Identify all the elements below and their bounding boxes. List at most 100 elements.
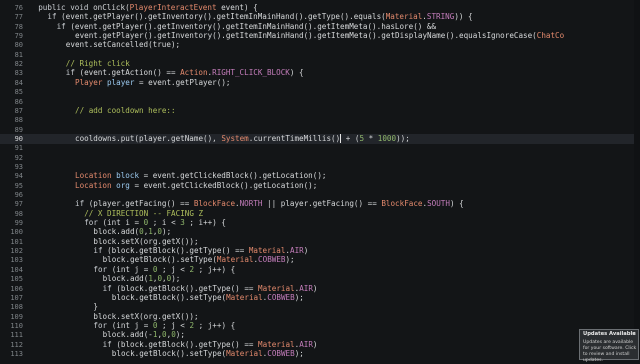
code-token: ChatCo bbox=[536, 31, 565, 41]
code-token: if bbox=[93, 246, 108, 256]
code-token: ) { bbox=[449, 199, 464, 209]
code-token: } bbox=[93, 302, 98, 312]
code-token: ); bbox=[171, 274, 181, 284]
code-token: ) { bbox=[289, 68, 304, 78]
code-token: AIR bbox=[290, 246, 304, 256]
code-token: Player bbox=[75, 77, 108, 87]
code-token: ; i < bbox=[148, 218, 181, 228]
code-token: RIGHT_CLICK_BLOCK bbox=[212, 68, 290, 78]
code-token: org bbox=[116, 180, 130, 190]
code-token: block.add( bbox=[102, 274, 149, 284]
code-token: Action bbox=[180, 68, 208, 78]
code-token: Material bbox=[258, 283, 295, 293]
code-token: )); bbox=[396, 133, 410, 143]
code-line[interactable]: 113 block.getBlock().setType(Material.COB… bbox=[0, 349, 640, 359]
code-token: STRING bbox=[426, 12, 455, 22]
code-token: SOUTH bbox=[427, 199, 450, 209]
code-token: for bbox=[93, 320, 112, 330]
code-token: ); bbox=[162, 227, 172, 237]
code-token: PlayerInteractEvent bbox=[129, 3, 217, 12]
code-token: (int j = bbox=[111, 264, 153, 274]
code-token: * bbox=[364, 133, 378, 143]
code-token: if bbox=[75, 199, 89, 209]
code-token: ; j++) { bbox=[194, 264, 236, 274]
code-token: event.getPlayer().getInventory().getItem… bbox=[75, 31, 537, 41]
code-token: (int j = bbox=[111, 320, 153, 330]
notification-body: Updates are available for your software.… bbox=[583, 340, 637, 363]
code-token: block.getBlock().setType( bbox=[102, 255, 217, 265]
code-token: ); bbox=[175, 330, 185, 340]
code-token: = event.getClickedBlock().getLocation(); bbox=[129, 180, 318, 190]
code-token: public void bbox=[38, 3, 94, 12]
code-token: BlockFace bbox=[193, 199, 236, 209]
code-token: block.setX(org.getX()); bbox=[93, 311, 199, 321]
code-token: onClick bbox=[93, 3, 126, 12]
code-token: (event.getPlayer().getInventory().getIte… bbox=[61, 12, 386, 22]
line-number: 113 bbox=[10, 349, 23, 358]
code-token: = event.getClickedBlock().getLocation(); bbox=[139, 171, 327, 181]
code-token: event) { bbox=[216, 3, 258, 12]
code-token: ; i++) { bbox=[184, 218, 226, 228]
vertical-scrollbar-track[interactable] bbox=[634, 0, 640, 360]
code-token: block.add(- bbox=[102, 330, 153, 340]
code-token: Location bbox=[75, 171, 117, 181]
code-token: if bbox=[102, 339, 117, 349]
code-token: ; j < bbox=[157, 264, 190, 274]
code-token: (event.getAction() == bbox=[79, 68, 181, 78]
code-token: AIR bbox=[299, 339, 313, 349]
code-token: COBWEB bbox=[258, 255, 286, 265]
code-token: block bbox=[116, 171, 140, 181]
code-token: || player.getFacing() == bbox=[262, 199, 382, 209]
code-token: // Right click bbox=[65, 59, 130, 69]
code-token: = event.getPlayer(); bbox=[134, 77, 231, 87]
code-token: (event.getPlayer().getInventory().getIte… bbox=[70, 21, 437, 31]
code-token: Material bbox=[226, 348, 263, 358]
code-token: 1000 bbox=[377, 133, 397, 143]
code-token: if bbox=[47, 12, 62, 22]
code-token: block.getBlock().setType( bbox=[111, 292, 227, 302]
code-token: if bbox=[65, 68, 80, 78]
code-token: ; j++) { bbox=[194, 320, 236, 330]
code-token: ) bbox=[303, 246, 309, 256]
code-token: // X DIRECTION -- FACING Z bbox=[84, 208, 204, 218]
code-token: (int i = bbox=[102, 218, 144, 228]
code-token: block.add( bbox=[93, 227, 140, 237]
code-token: Material bbox=[216, 255, 254, 265]
code-token: )) { bbox=[454, 12, 473, 22]
code-token: (block.getBlock().getType() == bbox=[107, 246, 249, 256]
close-icon[interactable]: × bbox=[632, 331, 636, 337]
code-token: ); bbox=[294, 292, 304, 302]
code-token: ); bbox=[285, 255, 295, 265]
notification-title: Updates Available bbox=[583, 331, 636, 337]
code-token: Location bbox=[75, 180, 117, 190]
code-token: AIR bbox=[299, 283, 313, 293]
code-editor[interactable]: 76 public void onClick(PlayerInteractEven… bbox=[0, 0, 640, 360]
code-token: Material bbox=[385, 12, 423, 22]
code-token: event.setCancelled(true); bbox=[65, 40, 181, 50]
code-token: if bbox=[102, 283, 117, 293]
code-token: block.setX(org.getX()); bbox=[93, 236, 199, 246]
code-token: ) bbox=[312, 339, 318, 349]
code-token: NORTH bbox=[239, 199, 263, 209]
code-token: cooldowns.put(player.getName(), bbox=[75, 133, 222, 143]
code-token: (block.getBlock().getType() == bbox=[116, 283, 259, 293]
code-token: player bbox=[107, 77, 135, 87]
code-token: Material bbox=[258, 339, 295, 349]
code-token: for bbox=[93, 264, 112, 274]
code-token: System bbox=[221, 133, 249, 143]
code-text: block.getBlock().setType(Material.COBWEB… bbox=[112, 349, 304, 359]
code-token: BlockFace bbox=[381, 199, 423, 209]
code-token: (player.getFacing() == bbox=[88, 199, 194, 209]
code-token: // add cooldown here:: bbox=[75, 105, 176, 115]
code-token: if bbox=[56, 21, 71, 31]
code-token: COBWEB bbox=[267, 348, 295, 358]
code-token: ; j < bbox=[157, 320, 190, 330]
code-token: COBWEB bbox=[267, 292, 295, 302]
code-token: Material bbox=[248, 246, 286, 256]
code-token: block.getBlock().setType( bbox=[111, 348, 227, 358]
updates-available-notification[interactable]: Updates Available × Updates are availabl… bbox=[579, 329, 639, 363]
code-token: (block.getBlock().getType() == bbox=[116, 339, 259, 349]
code-token: for bbox=[84, 218, 103, 228]
code-token: ) bbox=[312, 283, 318, 293]
code-token: Material bbox=[226, 292, 263, 302]
